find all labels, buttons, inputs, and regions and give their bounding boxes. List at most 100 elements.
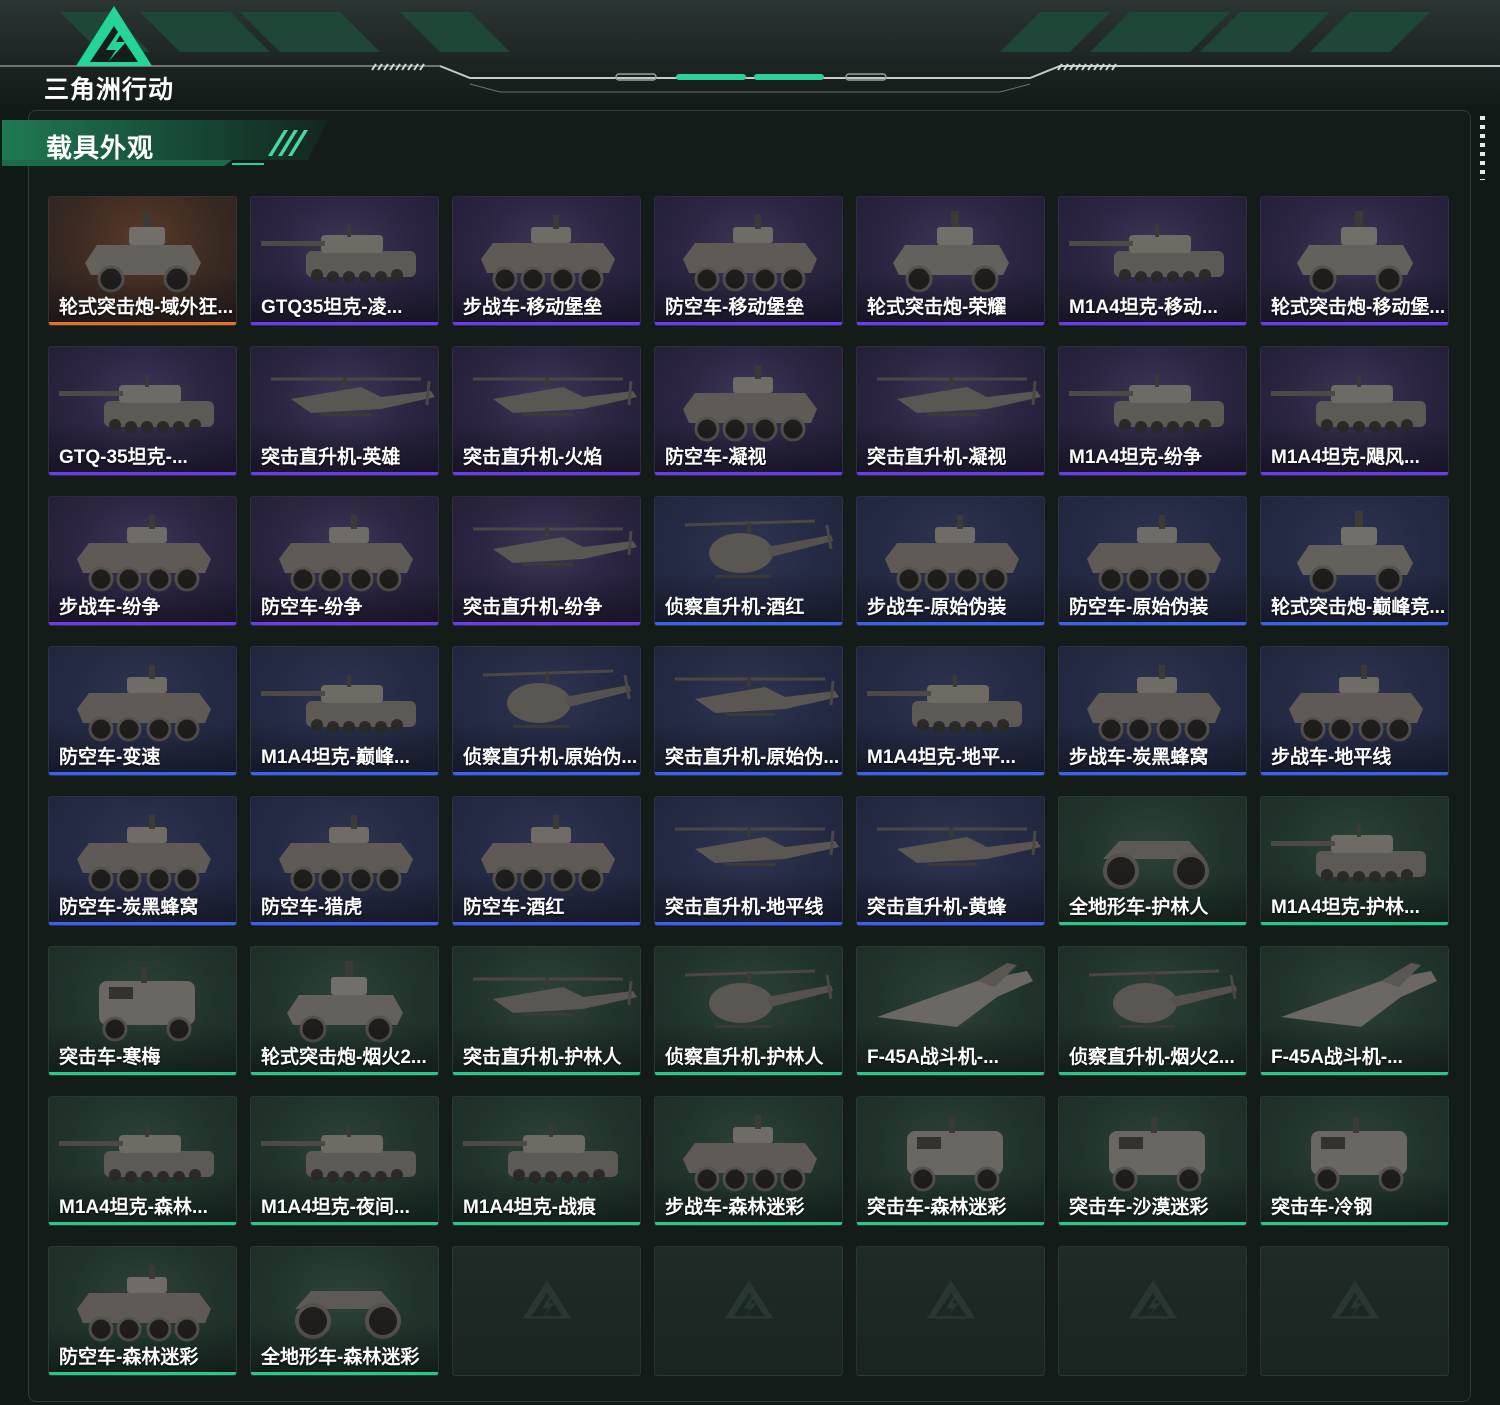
rarity-underline [251, 472, 438, 475]
vehicle-skin-card[interactable]: 防空车-纷争 [250, 496, 439, 626]
vehicle-skin-card[interactable]: M1A4坦克-飓风... [1260, 346, 1449, 476]
vehicle-skin-card[interactable]: 突击车-沙漠迷彩 [1058, 1096, 1247, 1226]
rarity-underline [857, 1222, 1044, 1225]
empty-skin-slot [856, 1246, 1045, 1376]
vehicle-skin-label: 防空车-炭黑蜂窝 [59, 897, 199, 918]
vehicle-skin-card[interactable]: 防空车-炭黑蜂窝 [48, 796, 237, 926]
vehicle-skin-card[interactable]: 突击直升机-英雄 [250, 346, 439, 476]
vehicle-skin-label: 突击直升机-凝视 [867, 447, 1007, 468]
vehicle-skin-card[interactable]: 侦察直升机-烟火2... [1058, 946, 1247, 1076]
vehicle-skin-card[interactable]: GTQ-35坦克-... [48, 346, 237, 476]
rarity-underline [49, 622, 236, 625]
vehicle-skin-card[interactable]: M1A4坦克-移动... [1058, 196, 1247, 326]
vehicle-skin-label: 步战车-纷争 [59, 597, 161, 618]
vehicle-skin-card[interactable]: 突击直升机-地平线 [654, 796, 843, 926]
empty-slot-icon [1128, 1280, 1177, 1319]
vehicle-skin-card[interactable]: 轮式突击炮-烟火2... [250, 946, 439, 1076]
empty-skin-slot [654, 1246, 843, 1376]
vehicle-skin-label: M1A4坦克-夜间... [261, 1197, 410, 1218]
vehicle-skin-card[interactable]: 突击直升机-纷争 [452, 496, 641, 626]
vehicle-skin-card[interactable]: 步战车-地平线 [1260, 646, 1449, 776]
vehicle-skin-card[interactable]: 突击直升机-原始伪... [654, 646, 843, 776]
vehicle-skin-label: 防空车-酒红 [463, 897, 565, 918]
panel-scroll-indicator[interactable] [1480, 116, 1485, 180]
vehicle-skin-card[interactable]: 防空车-森林迷彩 [48, 1246, 237, 1376]
rarity-underline [1261, 472, 1448, 475]
rarity-underline [453, 1072, 640, 1075]
vehicle-skin-card[interactable]: M1A4坦克-夜间... [250, 1096, 439, 1226]
vehicle-skin-card[interactable]: 突击车-寒梅 [48, 946, 237, 1076]
rarity-underline [453, 322, 640, 325]
empty-skin-slot [452, 1246, 641, 1376]
rarity-underline [1261, 622, 1448, 625]
vehicle-skin-card[interactable]: M1A4坦克-巅峰... [250, 646, 439, 776]
vehicle-skin-label: 突击车-冷钢 [1271, 1197, 1373, 1218]
vehicle-skin-label: 轮式突击炮-烟火2... [261, 1047, 427, 1068]
header-decoration [0, 12, 1500, 93]
vehicle-skin-label: F-45A战斗机-... [1271, 1047, 1403, 1068]
vehicle-skin-card[interactable]: 防空车-移动堡垒 [654, 196, 843, 326]
vehicle-skin-label: 突击直升机-地平线 [665, 897, 824, 918]
vehicle-skin-label: M1A4坦克-移动... [1069, 297, 1218, 318]
vehicle-skin-card[interactable]: 侦察直升机-酒红 [654, 496, 843, 626]
vehicle-skin-card[interactable]: 轮式突击炮-域外狂... [48, 196, 237, 326]
rarity-underline [857, 772, 1044, 775]
rarity-underline [251, 772, 438, 775]
vehicle-skin-card[interactable]: 防空车-变速 [48, 646, 237, 776]
vehicle-skin-card[interactable]: GTQ35坦克-凌... [250, 196, 439, 326]
vehicle-skin-card[interactable]: F-45A战斗机-... [1260, 946, 1449, 1076]
vehicle-skin-label: GTQ35坦克-凌... [261, 297, 403, 318]
rarity-underline [49, 1222, 236, 1225]
rarity-underline [1059, 922, 1246, 925]
vehicle-skin-card[interactable]: 突击直升机-火焰 [452, 346, 641, 476]
empty-slot-icon [724, 1280, 773, 1319]
top-header: 三角洲行动 [0, 0, 1500, 110]
rarity-underline [1261, 922, 1448, 925]
vehicle-skin-card[interactable]: M1A4坦克-纷争 [1058, 346, 1247, 476]
vehicle-skin-label: M1A4坦克-巅峰... [261, 747, 410, 768]
rarity-underline [655, 1072, 842, 1075]
rarity-underline [1261, 322, 1448, 325]
vehicle-skin-label: 突击直升机-护林人 [463, 1047, 622, 1068]
vehicle-skin-card[interactable]: 突击直升机-凝视 [856, 346, 1045, 476]
vehicle-skin-card[interactable]: 防空车-酒红 [452, 796, 641, 926]
vehicle-skin-card[interactable]: 步战车-炭黑蜂窝 [1058, 646, 1247, 776]
vehicle-skin-label: 轮式突击炮-移动堡... [1271, 297, 1444, 318]
vehicle-skin-card[interactable]: 防空车-凝视 [654, 346, 843, 476]
vehicle-skin-card[interactable]: 轮式突击炮-荣耀 [856, 196, 1045, 326]
vehicle-skin-card[interactable]: 突击直升机-护林人 [452, 946, 641, 1076]
vehicle-skin-card[interactable]: 突击车-冷钢 [1260, 1096, 1449, 1226]
vehicle-skin-card[interactable]: M1A4坦克-战痕 [452, 1096, 641, 1226]
rarity-underline [453, 1222, 640, 1225]
vehicle-skin-card[interactable]: 轮式突击炮-移动堡... [1260, 196, 1449, 326]
rarity-underline [251, 322, 438, 325]
vehicle-skin-card[interactable]: 防空车-原始伪装 [1058, 496, 1247, 626]
vehicle-skin-label: 防空车-凝视 [665, 447, 767, 468]
vehicle-skin-label: 突击直升机-黄蜂 [867, 897, 1007, 918]
rarity-underline [655, 472, 842, 475]
vehicle-skin-label: F-45A战斗机-... [867, 1047, 999, 1068]
vehicle-skin-card[interactable]: M1A4坦克-地平... [856, 646, 1045, 776]
vehicle-skin-card[interactable]: 侦察直升机-护林人 [654, 946, 843, 1076]
vehicle-skin-card[interactable]: M1A4坦克-护林... [1260, 796, 1449, 926]
rarity-underline [49, 1072, 236, 1075]
rarity-underline [251, 1372, 438, 1375]
vehicle-skin-card[interactable]: M1A4坦克-森林... [48, 1096, 237, 1226]
vehicle-skin-card[interactable]: 步战车-原始伪装 [856, 496, 1045, 626]
vehicle-skin-card[interactable]: 步战车-森林迷彩 [654, 1096, 843, 1226]
vehicle-skin-card[interactable]: 步战车-移动堡垒 [452, 196, 641, 326]
vehicle-skin-card[interactable]: 突击车-森林迷彩 [856, 1096, 1045, 1226]
vehicle-skin-card[interactable]: 全地形车-森林迷彩 [250, 1246, 439, 1376]
vehicle-skin-card[interactable]: 步战车-纷争 [48, 496, 237, 626]
vehicle-skin-card[interactable]: 防空车-猎虎 [250, 796, 439, 926]
vehicle-skin-card[interactable]: 侦察直升机-原始伪... [452, 646, 641, 776]
vehicle-skin-label: 步战车-原始伪装 [867, 597, 1007, 618]
logo-text: 三角洲行动 [44, 76, 175, 104]
vehicle-skin-card[interactable]: 轮式突击炮-巅峰竞... [1260, 496, 1449, 626]
rarity-underline [453, 472, 640, 475]
vehicle-skin-card[interactable]: F-45A战斗机-... [856, 946, 1045, 1076]
rarity-underline [49, 472, 236, 475]
vehicle-skin-card[interactable]: 全地形车-护林人 [1058, 796, 1247, 926]
vehicle-skin-card[interactable]: 突击直升机-黄蜂 [856, 796, 1045, 926]
vehicle-skin-label: M1A4坦克-战痕 [463, 1197, 597, 1218]
